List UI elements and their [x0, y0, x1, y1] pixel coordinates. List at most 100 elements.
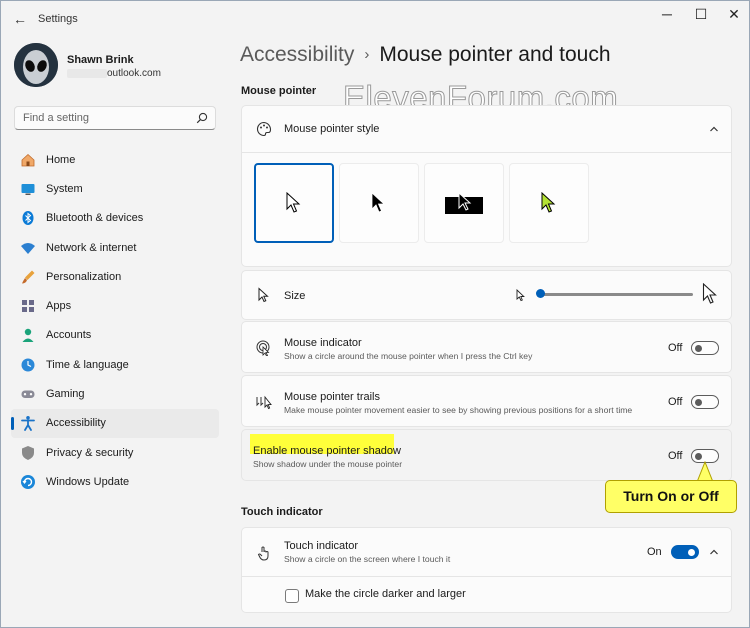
- search-icon[interactable]: [196, 112, 208, 124]
- sidebar-item-label: Network & internet: [46, 241, 137, 254]
- pointer-shadow-row: Enable mouse pointer shadow Show shadow …: [241, 429, 732, 481]
- chevron-up-icon[interactable]: [708, 123, 720, 135]
- pointer-size-icon: [258, 287, 269, 303]
- mouse-pointer-style-row[interactable]: Mouse pointer style: [241, 105, 732, 153]
- sidebar-item-label: Gaming: [46, 388, 85, 401]
- mouse-indicator-state: Off: [668, 342, 683, 354]
- mouse-indicator-icon: [256, 340, 270, 356]
- sidebar-item-privacy-security[interactable]: Privacy & security: [11, 438, 219, 467]
- sidebar-item-windows-update[interactable]: Windows Update: [11, 467, 219, 496]
- touch-hand-icon: [257, 546, 269, 561]
- sidebar-item-time-language[interactable]: Time & language: [11, 350, 219, 379]
- brush-icon: [20, 269, 36, 285]
- touch-indicator-state: On: [647, 546, 662, 558]
- pointer-trails-icon: [256, 395, 272, 410]
- toggle-knob: [688, 548, 695, 556]
- size-title: Size: [284, 290, 306, 302]
- update-icon: [20, 474, 36, 490]
- alien-avatar-icon: [14, 43, 58, 87]
- mouse-indicator-title: Mouse indicator: [284, 337, 362, 349]
- mouse-pointer-trails-description: Make mouse pointer movement easier to se…: [284, 405, 633, 415]
- globe-clock-icon: [20, 357, 36, 373]
- touch-indicator-description: Show a circle on the screen where I touc…: [284, 554, 451, 564]
- system-icon: [20, 181, 36, 197]
- size-slider-thumb[interactable]: [536, 289, 545, 298]
- toggle-knob: [695, 452, 702, 460]
- mouse-pointer-trails-toggle[interactable]: [691, 395, 719, 409]
- sidebar-nav: Home System Bluetooth & devices Network …: [11, 145, 219, 497]
- mouse-indicator-row: Mouse indicator Show a circle around the…: [241, 321, 732, 373]
- user-name: Shawn Brink: [67, 54, 134, 66]
- sidebar-item-label: Accounts: [46, 329, 92, 342]
- redacted-email-prefix: [67, 68, 107, 78]
- sidebar-item-apps[interactable]: Apps: [11, 291, 219, 320]
- close-button[interactable]: ✕: [717, 5, 749, 25]
- breadcrumb-parent[interactable]: Accessibility: [240, 43, 354, 66]
- sidebar-item-network[interactable]: Network & internet: [11, 233, 219, 262]
- page-title: Mouse pointer and touch: [379, 43, 611, 66]
- touch-indicator-row[interactable]: Touch indicator Show a circle on the scr…: [241, 527, 732, 577]
- sidebar-item-label: Accessibility: [46, 417, 106, 430]
- sidebar-item-gaming[interactable]: Gaming: [11, 379, 219, 408]
- sidebar-item-accounts[interactable]: Accounts: [11, 321, 219, 350]
- sidebar-item-personalization[interactable]: Personalization: [11, 262, 219, 291]
- toggle-knob: [695, 344, 702, 352]
- sidebar-item-label: Privacy & security: [46, 446, 134, 459]
- sidebar-item-label: Windows Update: [46, 475, 130, 488]
- user-email: outlook.com: [67, 68, 161, 79]
- user-email-suffix: outlook.com: [107, 68, 161, 79]
- lime-pointer-icon: [541, 192, 556, 213]
- settings-window: ← Settings ─ ☐ ✕ Shawn Brink outlook.com…: [0, 0, 750, 628]
- sidebar-item-label: System: [46, 182, 83, 195]
- pointer-option-inverted[interactable]: [424, 163, 504, 243]
- mouse-indicator-description: Show a circle around the mouse pointer w…: [284, 351, 533, 361]
- sidebar-item-label: Home: [46, 153, 76, 166]
- accessibility-icon: [20, 415, 36, 432]
- apps-icon: [20, 298, 36, 314]
- search-input[interactable]: [21, 111, 195, 125]
- sidebar-item-label: Personalization: [46, 270, 122, 283]
- accounts-icon: [20, 327, 36, 343]
- app-title: Settings: [38, 13, 78, 25]
- gamepad-icon: [20, 386, 36, 402]
- sidebar-item-system[interactable]: System: [11, 174, 219, 203]
- pointer-option-black[interactable]: [339, 163, 419, 243]
- back-arrow-icon[interactable]: ←: [11, 10, 29, 28]
- section-title-touch-indicator: Touch indicator: [241, 506, 323, 518]
- sidebar-item-accessibility[interactable]: Accessibility: [11, 408, 219, 438]
- pointer-style-options: [241, 152, 732, 267]
- minimize-button[interactable]: ─: [650, 5, 684, 25]
- pointer-option-custom[interactable]: [509, 163, 589, 243]
- section-title-mouse-pointer: Mouse pointer: [241, 85, 317, 97]
- sidebar-item-label: Apps: [46, 300, 72, 313]
- inverted-pointer-icon: [445, 191, 483, 214]
- darker-circle-checkbox[interactable]: [285, 589, 299, 603]
- small-pointer-icon: [516, 289, 525, 302]
- darker-circle-label[interactable]: Make the circle darker and larger: [305, 588, 466, 600]
- chevron-up-icon[interactable]: [708, 546, 720, 558]
- title-bar: ← Settings ─ ☐ ✕: [1, 1, 749, 37]
- pointer-option-white[interactable]: [254, 163, 334, 243]
- shield-icon: [20, 445, 36, 461]
- bluetooth-icon: [20, 210, 36, 226]
- breadcrumb: Accessibility › Mouse pointer and touch: [240, 43, 611, 67]
- home-icon: [20, 152, 36, 168]
- breadcrumb-separator: ›: [364, 46, 370, 63]
- mouse-pointer-trails-title: Mouse pointer trails: [284, 391, 380, 403]
- darker-circle-row: Make the circle darker and larger: [241, 576, 732, 613]
- pointer-shadow-title: Enable mouse pointer shadow: [253, 445, 401, 457]
- wifi-icon: [20, 240, 36, 256]
- touch-indicator-toggle[interactable]: [671, 545, 699, 559]
- sidebar-item-bluetooth[interactable]: Bluetooth & devices: [11, 204, 219, 233]
- sidebar-item-home[interactable]: Home: [11, 145, 219, 174]
- pointer-shadow-state: Off: [668, 450, 683, 462]
- size-slider-track[interactable]: [541, 293, 693, 296]
- maximize-button[interactable]: ☐: [684, 5, 718, 25]
- search-box[interactable]: [14, 106, 216, 130]
- mouse-indicator-toggle[interactable]: [691, 341, 719, 355]
- avatar[interactable]: [14, 43, 58, 87]
- touch-indicator-title: Touch indicator: [284, 540, 358, 552]
- toggle-knob: [695, 398, 702, 406]
- black-pointer-icon: [371, 192, 386, 213]
- palette-icon: [256, 121, 272, 137]
